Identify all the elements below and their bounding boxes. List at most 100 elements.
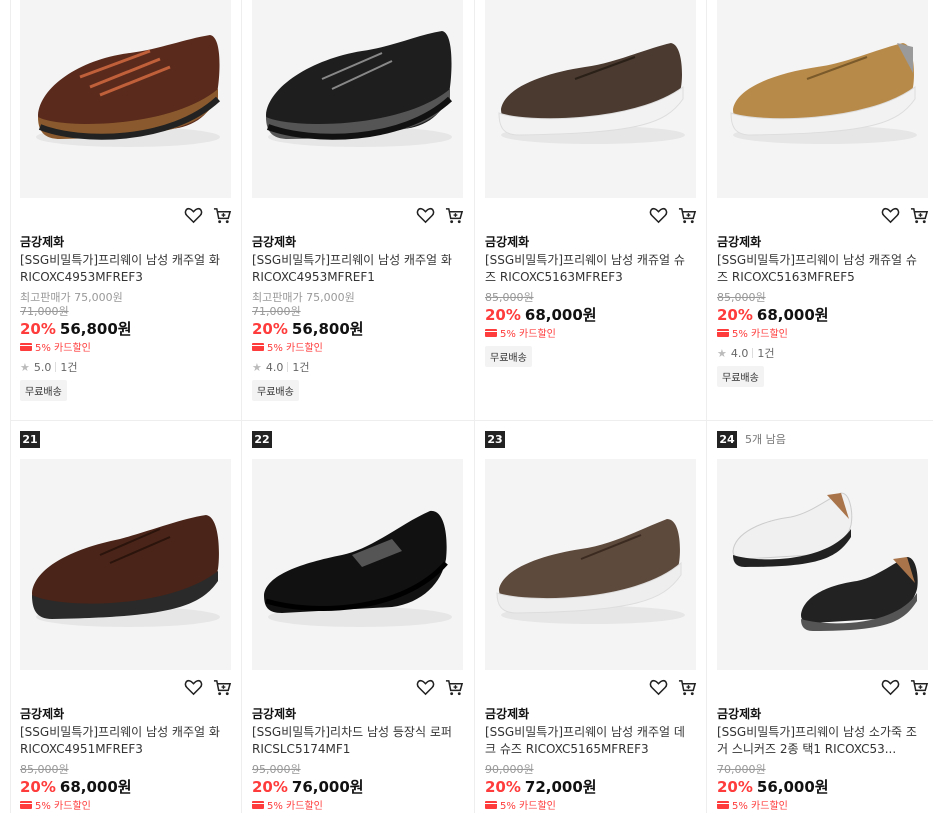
product-image[interactable] bbox=[485, 459, 696, 670]
card-discount-text: 5% 카드할인 bbox=[500, 329, 556, 340]
divider bbox=[55, 362, 57, 372]
shoe-image bbox=[266, 31, 453, 147]
product-card[interactable]: 금강제화 [SSG비밀특가]프리웨이 남성 캐주얼 화 RICOXC4953MF… bbox=[20, 0, 232, 420]
add-to-cart-icon[interactable] bbox=[910, 206, 929, 225]
free-shipping-badge: 무료배송 bbox=[20, 380, 67, 401]
product-card[interactable]: 21 금강제화 [SSG비밀특가]프리웨이 남성 캐주얼 화 RICOXC495… bbox=[20, 430, 232, 813]
product-image[interactable] bbox=[717, 0, 928, 198]
product-card[interactable]: 금강제화 [SSG비밀특가]프리웨이 남성 캐주얼 화 RICOXC4953MF… bbox=[252, 0, 464, 420]
card-actions bbox=[881, 206, 929, 225]
product-image[interactable] bbox=[485, 0, 696, 198]
original-price: 71,000원 bbox=[252, 305, 301, 318]
wishlist-heart-icon[interactable] bbox=[649, 206, 668, 225]
card-actions bbox=[649, 206, 697, 225]
card-discount: 5% 카드할인 bbox=[20, 339, 91, 354]
card-actions bbox=[416, 206, 464, 225]
review-count: 1건 bbox=[757, 347, 775, 360]
card-discount-text: 5% 카드할인 bbox=[732, 801, 788, 812]
product-card[interactable]: 22 금강제화 [SSG비밀특가]리차드 남성 등장식 로퍼 RICSLC517… bbox=[252, 430, 464, 813]
original-price: 71,000원 bbox=[20, 305, 69, 318]
brand-name[interactable]: 금강제화 bbox=[20, 233, 64, 250]
product-image[interactable] bbox=[717, 459, 928, 670]
wishlist-heart-icon[interactable] bbox=[416, 678, 435, 697]
price-value: 56,000원 bbox=[756, 778, 829, 796]
column-divider bbox=[474, 0, 475, 813]
card-discount: 5% 카드할인 bbox=[20, 797, 91, 812]
card-icon bbox=[252, 800, 264, 809]
card-icon bbox=[717, 328, 729, 337]
brand-name[interactable]: 금강제화 bbox=[485, 705, 529, 722]
add-to-cart-icon[interactable] bbox=[678, 678, 697, 697]
card-actions bbox=[881, 678, 929, 697]
card-icon bbox=[252, 342, 264, 351]
wishlist-heart-icon[interactable] bbox=[881, 678, 900, 697]
price-value: 68,000원 bbox=[59, 778, 132, 796]
card-icon bbox=[20, 800, 32, 809]
wishlist-heart-icon[interactable] bbox=[184, 206, 203, 225]
discount-rate: 20% bbox=[252, 320, 288, 338]
price-value: 56,800원 bbox=[59, 320, 132, 338]
product-title[interactable]: [SSG비밀특가]프리웨이 남성 캐주얼 데크 슈즈 RICOXC5165MFR… bbox=[485, 724, 690, 758]
column-divider bbox=[241, 0, 242, 813]
brand-name[interactable]: 금강제화 bbox=[485, 233, 529, 250]
add-to-cart-icon[interactable] bbox=[213, 678, 232, 697]
free-shipping-badge: 무료배송 bbox=[485, 346, 532, 367]
card-discount-text: 5% 카드할인 bbox=[267, 343, 323, 354]
wishlist-heart-icon[interactable] bbox=[881, 206, 900, 225]
card-discount: 5% 카드할인 bbox=[717, 325, 788, 340]
brand-name[interactable]: 금강제화 bbox=[20, 705, 64, 722]
add-to-cart-icon[interactable] bbox=[910, 678, 929, 697]
discount-rate: 20% bbox=[20, 778, 56, 796]
brand-name[interactable]: 금강제화 bbox=[252, 705, 296, 722]
add-to-cart-icon[interactable] bbox=[445, 206, 464, 225]
discount-rate: 20% bbox=[485, 778, 521, 796]
product-grid: 금강제화 [SSG비밀특가]프리웨이 남성 캐주얼 화 RICOXC4953MF… bbox=[0, 0, 933, 813]
add-to-cart-icon[interactable] bbox=[213, 206, 232, 225]
product-title[interactable]: [SSG비밀특가]프리웨이 남성 캐쥬얼 슈즈 RICOXC5163MFREF3 bbox=[485, 252, 690, 286]
star-icon: ★ bbox=[252, 360, 262, 374]
column-divider bbox=[10, 0, 11, 813]
product-image[interactable] bbox=[252, 0, 463, 198]
wishlist-heart-icon[interactable] bbox=[416, 206, 435, 225]
shoe-image bbox=[32, 515, 220, 627]
rank-badge: 21 bbox=[20, 430, 40, 448]
product-title[interactable]: [SSG비밀특가]프리웨이 남성 소가죽 조거 스니커즈 2종 택1 RICOX… bbox=[717, 724, 922, 758]
rating: ★ 5.0 1건 bbox=[20, 359, 78, 375]
add-to-cart-icon[interactable] bbox=[445, 678, 464, 697]
brand-name[interactable]: 금강제화 bbox=[252, 233, 296, 250]
shoe-image bbox=[264, 510, 452, 627]
discount-rate: 20% bbox=[717, 306, 753, 324]
discount-rate: 20% bbox=[252, 778, 288, 796]
product-card[interactable]: 24 5개 남음 금강제화 [SSG비밀특가]프리웨이 남성 소가죽 조거 스니커… bbox=[717, 430, 929, 813]
divider bbox=[752, 348, 754, 358]
product-card[interactable]: 금강제화 [SSG비밀특가]프리웨이 남성 캐쥬얼 슈즈 RICOXC5163M… bbox=[485, 0, 697, 420]
rating: ★ 4.0 1건 bbox=[717, 345, 775, 361]
add-to-cart-icon[interactable] bbox=[678, 206, 697, 225]
product-image[interactable] bbox=[20, 0, 231, 198]
discount-rate: 20% bbox=[485, 306, 521, 324]
product-title[interactable]: [SSG비밀특가]프리웨이 남성 캐주얼 화 RICOXC4951MFREF3 bbox=[20, 724, 225, 758]
product-image[interactable] bbox=[20, 459, 231, 670]
rank-badge: 22 bbox=[252, 430, 272, 448]
wishlist-heart-icon[interactable] bbox=[649, 678, 668, 697]
product-title[interactable]: [SSG비밀특가]리차드 남성 등장식 로퍼 RICSLC5174MF1 bbox=[252, 724, 457, 758]
original-price: 95,000원 bbox=[252, 763, 301, 776]
price-value: 68,000원 bbox=[756, 306, 829, 324]
product-title[interactable]: [SSG비밀특가]프리웨이 남성 캐주얼 화 RICOXC4953MFREF3 bbox=[20, 252, 225, 286]
wishlist-heart-icon[interactable] bbox=[184, 678, 203, 697]
card-icon bbox=[20, 342, 32, 351]
product-title[interactable]: [SSG비밀특가]프리웨이 남성 캐주얼 화 RICOXC4953MFREF1 bbox=[252, 252, 457, 286]
shoe-image bbox=[730, 43, 917, 144]
original-price: 70,000원 bbox=[717, 763, 766, 776]
card-discount-text: 5% 카드할인 bbox=[267, 801, 323, 812]
product-image[interactable] bbox=[252, 459, 463, 670]
card-icon bbox=[485, 800, 497, 809]
sale-price: 20% 76,000원 bbox=[252, 776, 364, 797]
rank-row: 24 5개 남음 bbox=[717, 430, 786, 448]
brand-name[interactable]: 금강제화 bbox=[717, 233, 761, 250]
product-card[interactable]: 금강제화 [SSG비밀특가]프리웨이 남성 캐쥬얼 슈즈 RICOXC5163M… bbox=[717, 0, 929, 420]
product-card[interactable]: 23 금강제화 [SSG비밀특가]프리웨이 남성 캐주얼 데크 슈즈 RICOX… bbox=[485, 430, 697, 813]
row-divider bbox=[10, 420, 933, 421]
brand-name[interactable]: 금강제화 bbox=[717, 705, 761, 722]
product-title[interactable]: [SSG비밀특가]프리웨이 남성 캐쥬얼 슈즈 RICOXC5163MFREF5 bbox=[717, 252, 922, 286]
